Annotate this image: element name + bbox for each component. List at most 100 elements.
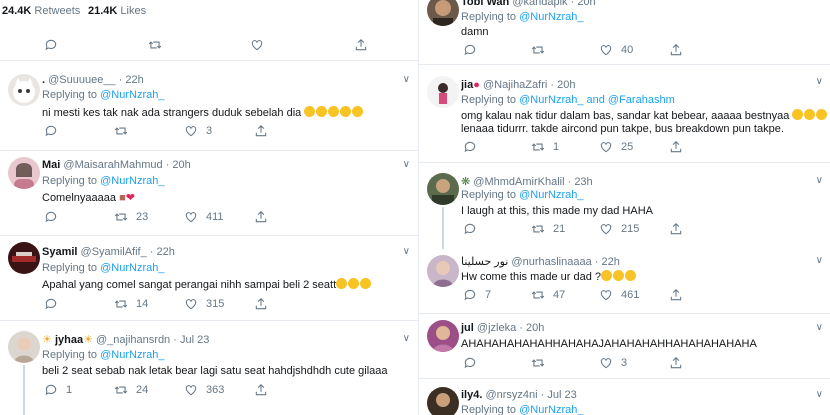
mention-link[interactable]: @NurNzrah_ [519, 11, 583, 23]
share-button[interactable] [669, 356, 691, 370]
handle[interactable]: @nurhaslinaaaa [511, 256, 591, 268]
reply-button[interactable] [463, 222, 485, 236]
display-name[interactable]: نور حسلينا [461, 256, 508, 268]
reply-button[interactable] [44, 38, 66, 52]
handle[interactable]: @MaisarahMahmud [63, 159, 162, 171]
avatar[interactable] [8, 74, 40, 106]
display-name[interactable]: Syamil [42, 246, 77, 258]
mention-link[interactable]: @NurNzrah_ [519, 189, 583, 201]
retweet-button[interactable] [148, 38, 170, 52]
chevron-down-icon[interactable]: ∨ [403, 159, 410, 170]
like-button[interactable]: 215 [599, 222, 639, 236]
avatar[interactable] [427, 0, 459, 26]
display-name[interactable]: ily4. [461, 389, 482, 401]
timestamp[interactable]: · 22h [119, 74, 144, 86]
handle[interactable]: @NajihaZafri [483, 79, 547, 91]
reply-tweet[interactable]: Mai @MaisarahMahmud · 20h ∨ Replying to … [0, 151, 418, 236]
like-button[interactable]: 363 [184, 383, 224, 397]
mention-link[interactable]: @NurNzrah_ [100, 89, 164, 101]
mention-link[interactable]: @NurNzrah_ and @Farahashm [519, 94, 675, 106]
mention-link[interactable]: @NurNzrah_ [100, 262, 164, 274]
chevron-down-icon[interactable]: ∨ [816, 175, 823, 186]
avatar[interactable] [8, 157, 40, 189]
handle[interactable]: @_najihansrdn [96, 334, 170, 346]
display-name[interactable]: Tobi Wan [461, 0, 509, 8]
retweet-button[interactable] [531, 356, 553, 370]
scrollbar[interactable] [410, 0, 418, 415]
share-button[interactable] [669, 43, 691, 57]
chevron-down-icon[interactable]: ∨ [816, 389, 823, 400]
display-name[interactable]: Mai [42, 159, 60, 171]
share-button[interactable] [669, 140, 691, 154]
retweet-button[interactable]: 14 [114, 297, 148, 311]
retweet-button[interactable]: 24 [114, 383, 148, 397]
timestamp[interactable]: · 23h [568, 176, 593, 188]
share-button[interactable] [254, 297, 276, 311]
reply-button[interactable]: 1 [44, 383, 72, 397]
chevron-down-icon[interactable]: ∨ [816, 322, 823, 333]
retweet-button[interactable] [531, 43, 553, 57]
chevron-down-icon[interactable]: ∨ [403, 246, 410, 257]
handle[interactable]: @MhmdAmirKhalil [473, 176, 564, 188]
like-button[interactable]: 40 [599, 43, 633, 57]
chevron-down-icon[interactable]: ∨ [816, 76, 823, 87]
reply-button[interactable] [44, 210, 66, 224]
timestamp[interactable]: · Jul 23 [541, 389, 577, 401]
timestamp[interactable]: · 22h [150, 246, 175, 258]
share-button[interactable] [254, 383, 276, 397]
avatar[interactable] [427, 387, 459, 415]
reply-button[interactable] [463, 140, 485, 154]
reply-button[interactable]: 7 [463, 288, 491, 302]
reply-tweet[interactable]: . @Suuuuee__ · 22h ∨ Replying to @NurNzr… [0, 68, 418, 151]
timestamp[interactable]: · 22h [595, 256, 620, 268]
avatar[interactable] [8, 331, 40, 363]
mention-link[interactable]: @NurNzrah_ [100, 175, 164, 187]
handle[interactable]: @nrsyz4ni [485, 389, 537, 401]
retweet-button[interactable]: 21 [531, 222, 565, 236]
display-name[interactable]: jyhaa [55, 334, 83, 346]
handle[interactable]: @SyamilAfif_ [81, 246, 147, 258]
timestamp[interactable]: · 20h [519, 322, 544, 334]
like-button[interactable]: 461 [599, 288, 639, 302]
retweet-button[interactable]: 47 [531, 288, 565, 302]
reply-button[interactable] [463, 356, 485, 370]
avatar[interactable] [427, 173, 459, 205]
mention-link[interactable]: @NurNzrah_ [519, 404, 583, 415]
avatar[interactable] [8, 242, 40, 274]
reply-button[interactable] [463, 43, 485, 57]
share-button[interactable] [669, 288, 691, 302]
handle[interactable]: @jzleka [477, 322, 516, 334]
retweet-button[interactable] [114, 124, 136, 138]
display-name[interactable]: jia [461, 79, 473, 91]
handle[interactable]: @kandapik [512, 0, 567, 8]
avatar[interactable] [427, 320, 459, 352]
like-button[interactable]: 3 [599, 356, 627, 370]
share-button[interactable] [669, 222, 691, 236]
share-button[interactable] [254, 124, 276, 138]
like-button[interactable]: 25 [599, 140, 633, 154]
chevron-down-icon[interactable]: ∨ [403, 333, 410, 344]
like-button[interactable] [250, 38, 272, 52]
avatar[interactable] [427, 76, 459, 108]
reply-tweet[interactable]: ☀ jyhaa☀ @_najihansrdn · Jul 23 ∨ Replyi… [0, 321, 418, 415]
reply-button[interactable] [44, 297, 66, 311]
reply-tweet[interactable]: Syamil @SyamilAfif_ · 22h ∨ Replying to … [0, 236, 418, 321]
reply-tweet[interactable]: ily4. @nrsyz4ni · Jul 23 ∨ Replying to @… [419, 379, 830, 415]
retweet-button[interactable]: 1 [531, 140, 559, 154]
reply-tweet[interactable]: Tobi Wan @kandapik · 20h Replying to @Nu… [419, 0, 830, 65]
chevron-down-icon[interactable]: ∨ [816, 255, 823, 266]
likes-stat[interactable]: 21.4K Likes [88, 5, 146, 17]
reply-tweet[interactable]: jia● @NajihaZafri · 20h ∨ Replying to @N… [419, 70, 830, 163]
reply-tweet[interactable]: jul @jzleka · 20h ∨ AHAHAHAHAHAHHAHAHAJA… [419, 314, 830, 379]
share-button[interactable] [254, 210, 276, 224]
share-button[interactable] [354, 38, 376, 52]
timestamp[interactable]: · 20h [550, 79, 575, 91]
chevron-down-icon[interactable]: ∨ [403, 74, 410, 85]
retweet-button[interactable]: 23 [114, 210, 148, 224]
timestamp[interactable]: · Jul 23 [173, 334, 209, 346]
display-name[interactable]: jul [461, 322, 474, 334]
handle[interactable]: @Suuuuee__ [48, 74, 115, 86]
display-name[interactable]: . [42, 74, 45, 86]
reply-tweet[interactable]: نور حسلينا @nurhaslinaaaa · 22h ∨ Hw com… [419, 249, 830, 314]
retweets-stat[interactable]: 24.4K Retweets [2, 5, 80, 17]
